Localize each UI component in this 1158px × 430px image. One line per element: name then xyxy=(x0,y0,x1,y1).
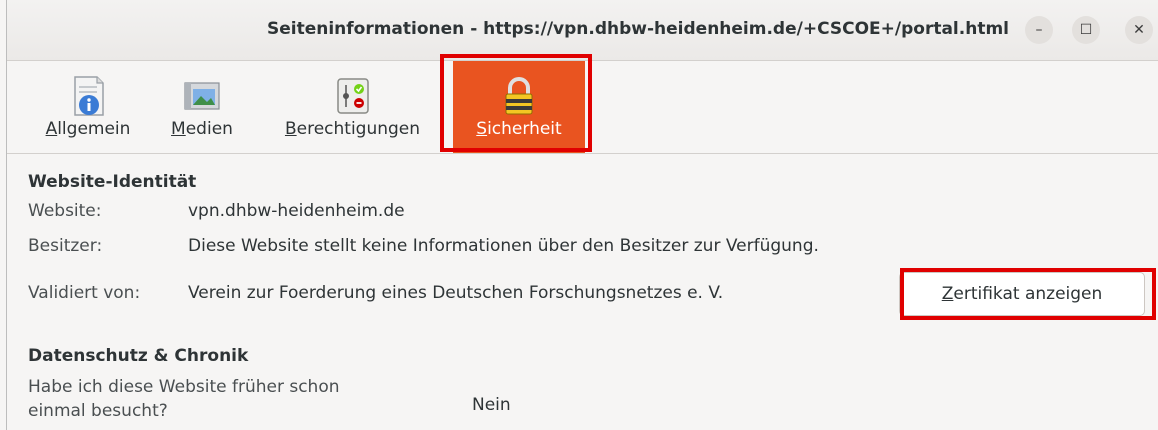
validated-by-label: Validiert von: xyxy=(28,283,141,303)
tab-allgemein[interactable]: Allgemein xyxy=(27,61,149,153)
visited-before-label-line1: Habe ich diese Website früher schon xyxy=(28,377,340,397)
owner-label: Besitzer: xyxy=(28,236,103,256)
website-identity-heading: Website-Identität xyxy=(28,172,197,192)
validated-by-value: Verein zur Foerderung eines Deutschen Fo… xyxy=(188,283,724,303)
website-label: Website: xyxy=(28,201,102,221)
info-page-icon xyxy=(74,76,104,116)
permissions-icon xyxy=(336,78,369,114)
maximize-button[interactable]: ☐ xyxy=(1072,16,1100,44)
tab-berechtigungen[interactable]: Berechtigungen xyxy=(265,61,440,153)
page-info-window: Seiteninformationen - https://vpn.dhbw-h… xyxy=(6,0,1158,430)
website-value: vpn.dhbw-heidenheim.de xyxy=(188,201,405,221)
minimize-button[interactable]: – xyxy=(1025,16,1053,44)
privacy-history-heading: Datenschutz & Chronik xyxy=(28,346,249,366)
visited-before-value: Nein xyxy=(472,395,511,415)
highlight-frame-security-tab xyxy=(440,54,592,152)
visited-before-label-line2: einmal besucht? xyxy=(28,401,168,421)
close-button[interactable]: ✕ xyxy=(1125,16,1153,44)
highlight-frame-certificate-button xyxy=(900,268,1156,320)
media-icon xyxy=(184,82,220,110)
owner-value: Diese Website stellt keine Informationen… xyxy=(188,236,819,256)
title-bar[interactable]: Seiteninformationen - https://vpn.dhbw-h… xyxy=(7,0,1158,61)
window-title: Seiteninformationen - https://vpn.dhbw-h… xyxy=(266,19,1009,39)
tab-medien[interactable]: Medien xyxy=(157,61,247,153)
